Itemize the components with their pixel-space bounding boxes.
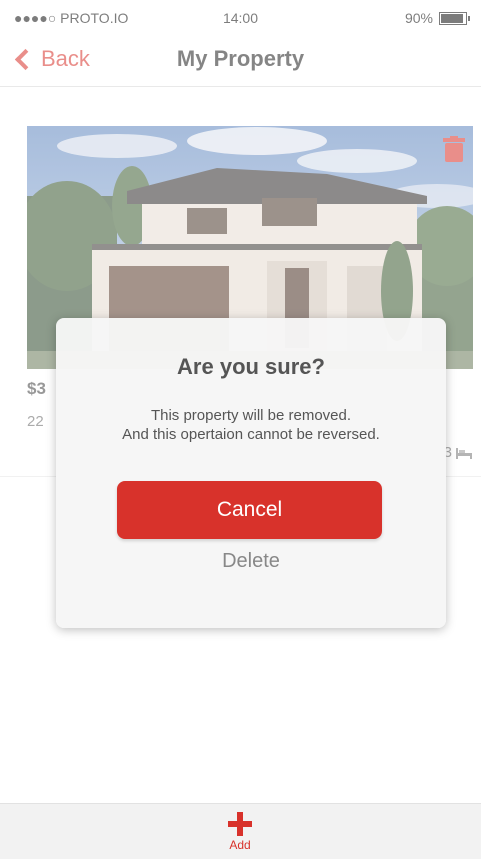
add-button[interactable]: Add	[215, 812, 265, 858]
plus-icon	[228, 812, 252, 836]
confirm-dialog: Are you sure? This property will be remo…	[56, 318, 446, 628]
dialog-message: This property will be removed. And this …	[56, 406, 446, 444]
add-label: Add	[229, 838, 251, 852]
bottom-toolbar: Add	[0, 803, 481, 859]
cancel-button[interactable]: Cancel	[117, 481, 382, 539]
dialog-title: Are you sure?	[177, 354, 325, 379]
dialog-message-line2: And this opertaion cannot be reversed.	[122, 426, 380, 443]
delete-button[interactable]: Delete	[56, 550, 446, 573]
dialog-message-line1: This property will be removed.	[150, 407, 352, 424]
